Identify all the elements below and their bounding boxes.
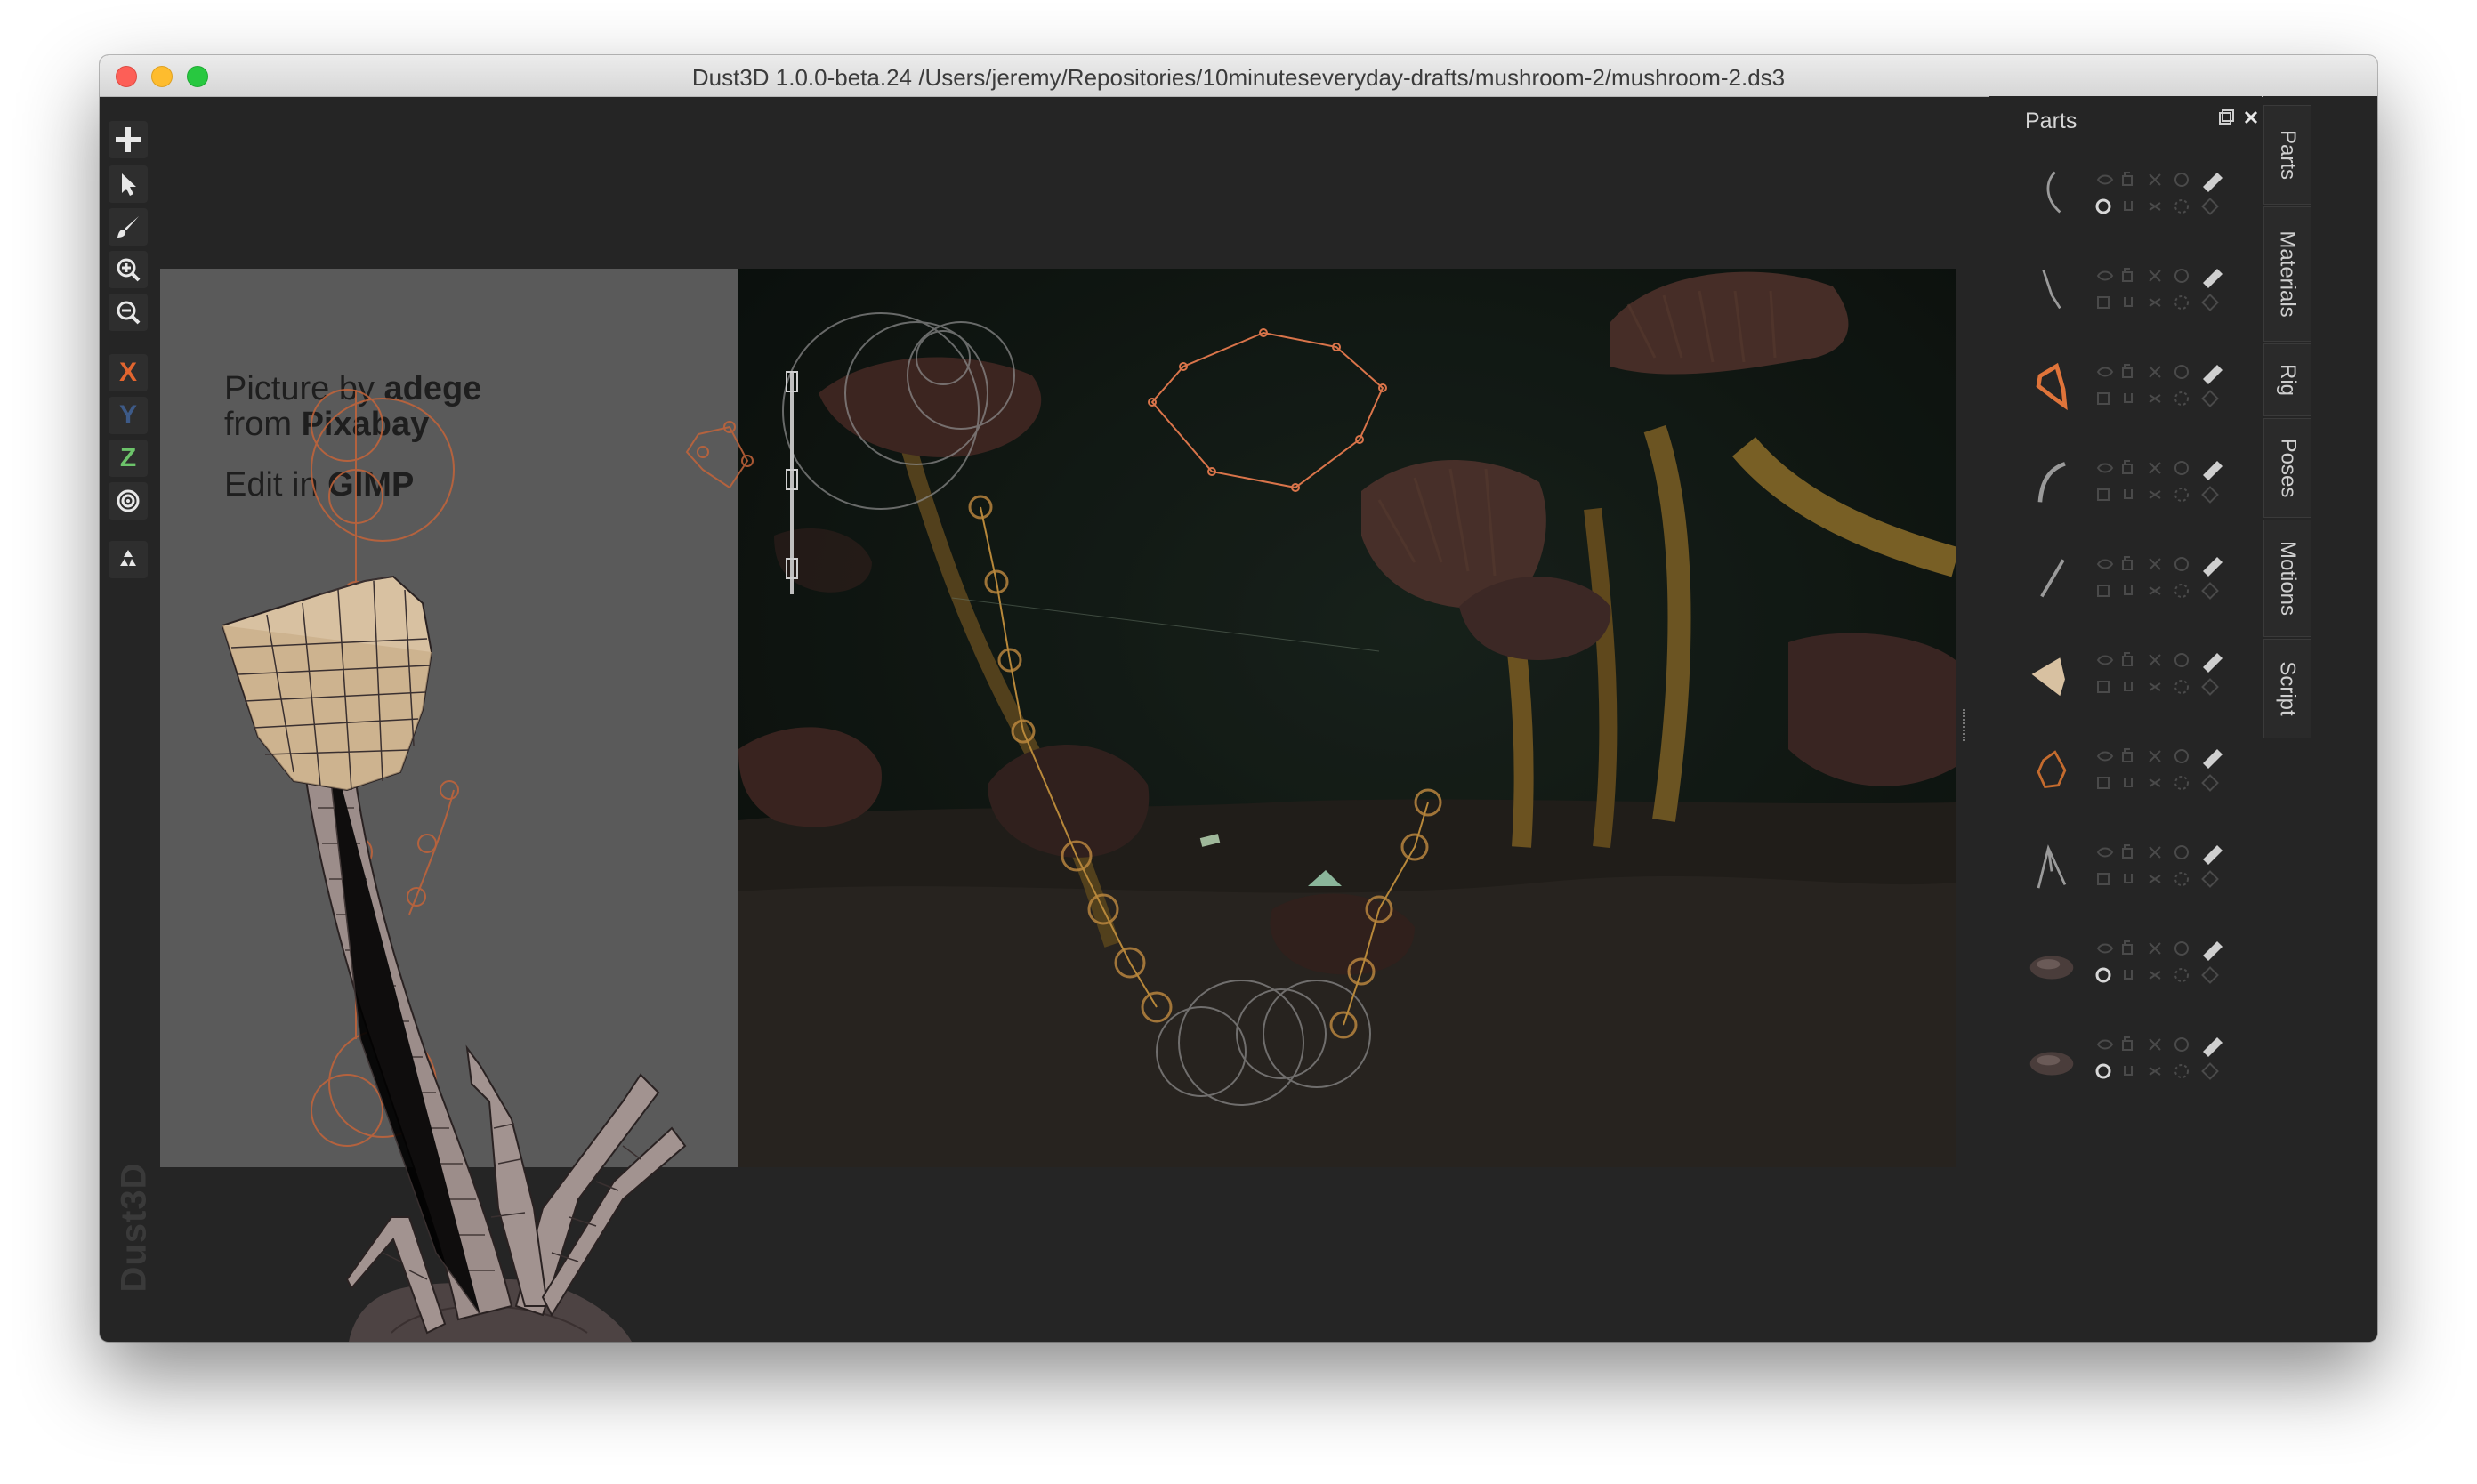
part-controls[interactable] [2093, 552, 2235, 605]
part-preview-icon [2027, 548, 2077, 605]
part-preview-icon [2027, 356, 2077, 413]
part-list-item[interactable] [1989, 726, 2262, 822]
title-bar[interactable]: Dust3D 1.0.0-beta.24 /Users/jeremy/Repos… [100, 55, 2377, 97]
pointer-icon [122, 173, 136, 196]
y-axis-label: Y [118, 400, 137, 430]
part-list-item[interactable] [1989, 438, 2262, 534]
panel-splitter[interactable] [1963, 709, 1968, 741]
plus-icon [116, 127, 141, 152]
part-list-item[interactable] [1989, 149, 2262, 246]
part-controls[interactable] [2093, 936, 2235, 989]
part-preview-icon [2027, 644, 2077, 701]
model-canvas[interactable] [160, 96, 2078, 1342]
side-tabs: Parts Materials Rig Poses Motions Script [2263, 96, 2377, 1342]
part-list-item[interactable] [1989, 534, 2262, 630]
y-axis-button[interactable]: Y [109, 397, 148, 434]
zoom-out-icon [117, 301, 141, 325]
tab-script[interactable]: Script [2263, 639, 2311, 738]
part-preview-icon [2027, 452, 2077, 509]
part-preview-icon [2027, 836, 2077, 893]
app-window: Dust3D 1.0.0-beta.24 /Users/jeremy/Repos… [100, 55, 2377, 1342]
dust3d-watermark: Dust3D [114, 1162, 154, 1293]
parts-panel: Parts [1989, 96, 2262, 1342]
zoom-in-icon [117, 258, 141, 282]
part-preview-icon [2027, 1028, 2077, 1085]
close-panel-icon[interactable] [2242, 109, 2260, 126]
part-controls[interactable] [2093, 1032, 2235, 1085]
part-list-item[interactable] [1989, 1014, 2262, 1110]
tab-parts[interactable]: Parts [2263, 105, 2311, 205]
part-controls[interactable] [2093, 456, 2235, 509]
part-controls[interactable] [2093, 648, 2235, 701]
zoom-in-button[interactable] [109, 251, 148, 288]
z-axis-button[interactable]: Z [109, 440, 148, 477]
window-title: Dust3D 1.0.0-beta.24 /Users/jeremy/Repos… [691, 64, 1786, 91]
part-controls[interactable] [2093, 744, 2235, 797]
parts-panel-title: Parts [2025, 109, 2078, 133]
part-controls[interactable] [2093, 167, 2235, 221]
x-axis-label: X [118, 358, 137, 387]
part-list-item[interactable] [1989, 246, 2262, 342]
part-preview-icon [2027, 260, 2077, 317]
recycle-icon [120, 550, 136, 566]
brush-icon [117, 216, 139, 238]
paint-button[interactable] [109, 208, 148, 246]
part-controls[interactable] [2093, 840, 2235, 893]
part-preview-icon [2027, 932, 2077, 989]
tab-poses[interactable]: Poses [2263, 418, 2311, 518]
add-button[interactable] [109, 121, 148, 158]
tab-motions[interactable]: Motions [2263, 520, 2311, 637]
radius-button[interactable] [109, 482, 148, 520]
tab-materials[interactable]: Materials [2263, 206, 2311, 342]
target-icon [117, 489, 140, 512]
part-controls[interactable] [2093, 263, 2235, 317]
x-axis-button[interactable]: X [109, 354, 148, 391]
part-preview-icon [2027, 740, 2077, 797]
z-axis-label: Z [119, 443, 137, 472]
part-list-item[interactable] [1989, 918, 2262, 1014]
part-list-item[interactable] [1989, 822, 2262, 918]
part-preview-icon [2027, 164, 2077, 221]
select-button[interactable] [109, 165, 148, 203]
zoom-out-button[interactable] [109, 294, 148, 331]
regenerate-button[interactable] [109, 541, 148, 578]
part-list-item[interactable] [1989, 342, 2262, 438]
float-panel-icon[interactable] [2217, 109, 2235, 126]
part-controls[interactable] [2093, 359, 2235, 413]
part-list-item[interactable] [1989, 630, 2262, 726]
tab-rig[interactable]: Rig [2263, 343, 2311, 416]
